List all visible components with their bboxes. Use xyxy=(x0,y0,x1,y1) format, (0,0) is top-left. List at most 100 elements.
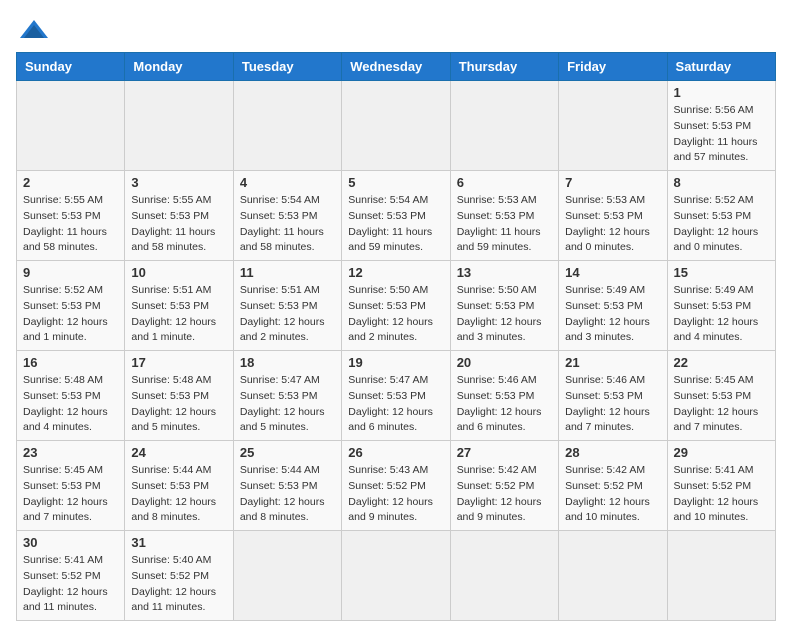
week-row-3: 16 Sunrise: 5:48 AM Sunset: 5:53 PM Dayli… xyxy=(17,351,776,441)
week-row-2: 9Sunrise: 5:52 AM Sunset: 5:53 PM Daylig… xyxy=(17,261,776,351)
calendar-cell xyxy=(342,531,450,621)
calendar-cell: 8 Sunrise: 5:52 AM Sunset: 5:53 PM Daylig… xyxy=(667,171,775,261)
day-number: 11 xyxy=(240,265,335,280)
week-row-5: 30 Sunrise: 5:41 AM Sunset: 5:52 PM Dayli… xyxy=(17,531,776,621)
day-number: 5 xyxy=(348,175,443,190)
day-info: Sunrise: 5:47 AM Sunset: 5:53 PM Dayligh… xyxy=(348,373,443,436)
weekday-header-thursday: Thursday xyxy=(450,53,558,81)
day-number: 4 xyxy=(240,175,335,190)
day-info: Sunrise: 5:48 AM Sunset: 5:53 PM Dayligh… xyxy=(131,373,226,436)
calendar-cell: 22 Sunrise: 5:45 AM Sunset: 5:53 PM Dayli… xyxy=(667,351,775,441)
day-info: Sunrise: 5:52 AM Sunset: 5:53 PM Dayligh… xyxy=(674,193,769,256)
calendar-cell: 26 Sunrise: 5:43 AM Sunset: 5:52 PM Dayli… xyxy=(342,441,450,531)
day-number: 13 xyxy=(457,265,552,280)
day-info: Sunrise: 5:51 AM Sunset: 5:53 PM Dayligh… xyxy=(131,283,226,346)
day-info: Sunrise: 5:49 AM Sunset: 5:53 PM Dayligh… xyxy=(674,283,769,346)
day-info: Sunrise: 5:42 AM Sunset: 5:52 PM Dayligh… xyxy=(457,463,552,526)
calendar-cell xyxy=(559,81,667,171)
day-info: Sunrise: 5:50 AM Sunset: 5:53 PM Dayligh… xyxy=(457,283,552,346)
week-row-1: 2 Sunrise: 5:55 AM Sunset: 5:53 PM Daylig… xyxy=(17,171,776,261)
day-number: 31 xyxy=(131,535,226,550)
day-number: 22 xyxy=(674,355,769,370)
day-info: Sunrise: 5:51 AM Sunset: 5:53 PM Dayligh… xyxy=(240,283,335,346)
weekday-header-row: SundayMondayTuesdayWednesdayThursdayFrid… xyxy=(17,53,776,81)
calendar-cell: 18 Sunrise: 5:47 AM Sunset: 5:53 PM Dayli… xyxy=(233,351,341,441)
day-number: 28 xyxy=(565,445,660,460)
calendar-table: SundayMondayTuesdayWednesdayThursdayFrid… xyxy=(16,52,776,621)
day-number: 26 xyxy=(348,445,443,460)
weekday-header-monday: Monday xyxy=(125,53,233,81)
calendar-cell: 20Sunrise: 5:46 AM Sunset: 5:53 PM Dayli… xyxy=(450,351,558,441)
day-info: Sunrise: 5:45 AM Sunset: 5:53 PM Dayligh… xyxy=(23,463,118,526)
logo xyxy=(16,16,56,44)
day-number: 14 xyxy=(565,265,660,280)
calendar-cell: 4 Sunrise: 5:54 AM Sunset: 5:53 PM Daylig… xyxy=(233,171,341,261)
weekday-header-wednesday: Wednesday xyxy=(342,53,450,81)
calendar-cell: 30 Sunrise: 5:41 AM Sunset: 5:52 PM Dayli… xyxy=(17,531,125,621)
day-info: Sunrise: 5:54 AM Sunset: 5:53 PM Dayligh… xyxy=(240,193,335,256)
calendar-cell xyxy=(17,81,125,171)
day-number: 18 xyxy=(240,355,335,370)
day-info: Sunrise: 5:53 AM Sunset: 5:53 PM Dayligh… xyxy=(457,193,552,256)
day-number: 21 xyxy=(565,355,660,370)
day-number: 12 xyxy=(348,265,443,280)
calendar-cell: 12 Sunrise: 5:50 AM Sunset: 5:53 PM Dayli… xyxy=(342,261,450,351)
day-info: Sunrise: 5:55 AM Sunset: 5:53 PM Dayligh… xyxy=(131,193,226,256)
calendar-cell xyxy=(125,81,233,171)
day-info: Sunrise: 5:53 AM Sunset: 5:53 PM Dayligh… xyxy=(565,193,660,256)
calendar-cell: 3 Sunrise: 5:55 AM Sunset: 5:53 PM Daylig… xyxy=(125,171,233,261)
calendar-cell xyxy=(233,531,341,621)
day-number: 10 xyxy=(131,265,226,280)
day-number: 27 xyxy=(457,445,552,460)
weekday-header-friday: Friday xyxy=(559,53,667,81)
day-number: 7 xyxy=(565,175,660,190)
day-info: Sunrise: 5:56 AM Sunset: 5:53 PM Dayligh… xyxy=(674,103,769,166)
day-info: Sunrise: 5:55 AM Sunset: 5:53 PM Dayligh… xyxy=(23,193,118,256)
day-info: Sunrise: 5:50 AM Sunset: 5:53 PM Dayligh… xyxy=(348,283,443,346)
calendar-cell xyxy=(450,531,558,621)
day-number: 16 xyxy=(23,355,118,370)
calendar-cell xyxy=(667,531,775,621)
day-info: Sunrise: 5:42 AM Sunset: 5:52 PM Dayligh… xyxy=(565,463,660,526)
day-number: 2 xyxy=(23,175,118,190)
day-info: Sunrise: 5:46 AM Sunset: 5:53 PM Dayligh… xyxy=(457,373,552,436)
day-number: 1 xyxy=(674,85,769,100)
calendar-cell: 11 Sunrise: 5:51 AM Sunset: 5:53 PM Dayli… xyxy=(233,261,341,351)
day-number: 24 xyxy=(131,445,226,460)
day-info: Sunrise: 5:45 AM Sunset: 5:53 PM Dayligh… xyxy=(674,373,769,436)
day-info: Sunrise: 5:41 AM Sunset: 5:52 PM Dayligh… xyxy=(23,553,118,616)
day-number: 15 xyxy=(674,265,769,280)
day-info: Sunrise: 5:43 AM Sunset: 5:52 PM Dayligh… xyxy=(348,463,443,526)
calendar-cell: 2 Sunrise: 5:55 AM Sunset: 5:53 PM Daylig… xyxy=(17,171,125,261)
calendar-cell: 19 Sunrise: 5:47 AM Sunset: 5:53 PM Dayli… xyxy=(342,351,450,441)
week-row-4: 23Sunrise: 5:45 AM Sunset: 5:53 PM Dayli… xyxy=(17,441,776,531)
calendar-cell: 17 Sunrise: 5:48 AM Sunset: 5:53 PM Dayli… xyxy=(125,351,233,441)
calendar-cell: 7 Sunrise: 5:53 AM Sunset: 5:53 PM Daylig… xyxy=(559,171,667,261)
day-number: 3 xyxy=(131,175,226,190)
calendar-cell: 6Sunrise: 5:53 AM Sunset: 5:53 PM Daylig… xyxy=(450,171,558,261)
day-number: 19 xyxy=(348,355,443,370)
calendar-cell: 24Sunrise: 5:44 AM Sunset: 5:53 PM Dayli… xyxy=(125,441,233,531)
calendar-cell xyxy=(233,81,341,171)
calendar-cell: 10 Sunrise: 5:51 AM Sunset: 5:53 PM Dayli… xyxy=(125,261,233,351)
logo-icon xyxy=(16,16,52,44)
day-info: Sunrise: 5:40 AM Sunset: 5:52 PM Dayligh… xyxy=(131,553,226,616)
day-info: Sunrise: 5:47 AM Sunset: 5:53 PM Dayligh… xyxy=(240,373,335,436)
day-info: Sunrise: 5:52 AM Sunset: 5:53 PM Dayligh… xyxy=(23,283,118,346)
day-number: 17 xyxy=(131,355,226,370)
calendar-cell: 25Sunrise: 5:44 AM Sunset: 5:53 PM Dayli… xyxy=(233,441,341,531)
calendar-cell: 31 Sunrise: 5:40 AM Sunset: 5:52 PM Dayli… xyxy=(125,531,233,621)
calendar-cell xyxy=(559,531,667,621)
calendar-cell: 16Sunrise: 5:48 AM Sunset: 5:53 PM Dayli… xyxy=(17,351,125,441)
day-info: Sunrise: 5:41 AM Sunset: 5:52 PM Dayligh… xyxy=(674,463,769,526)
day-number: 8 xyxy=(674,175,769,190)
day-number: 30 xyxy=(23,535,118,550)
week-row-0: 1 Sunrise: 5:56 AM Sunset: 5:53 PM Daylig… xyxy=(17,81,776,171)
calendar-cell: 14Sunrise: 5:49 AM Sunset: 5:53 PM Dayli… xyxy=(559,261,667,351)
page-header xyxy=(16,16,776,44)
day-number: 29 xyxy=(674,445,769,460)
day-info: Sunrise: 5:46 AM Sunset: 5:53 PM Dayligh… xyxy=(565,373,660,436)
weekday-header-tuesday: Tuesday xyxy=(233,53,341,81)
day-number: 25 xyxy=(240,445,335,460)
calendar-cell: 27 Sunrise: 5:42 AM Sunset: 5:52 PM Dayli… xyxy=(450,441,558,531)
